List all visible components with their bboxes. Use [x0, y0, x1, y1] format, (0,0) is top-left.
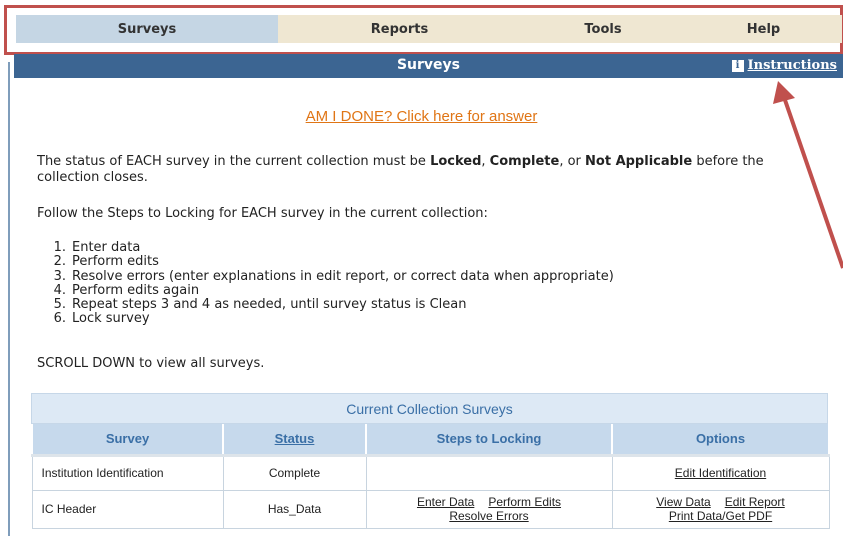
step-item: 5. Repeat steps 3 and 4 as needed, until …: [42, 297, 614, 313]
main-nav-highlight: Surveys Reports Tools Help: [4, 5, 843, 55]
arrow-head: [773, 81, 795, 104]
status-sort-link[interactable]: Status: [275, 431, 315, 446]
step-text: Perform edits again: [72, 282, 200, 298]
options-line-1: View Data Edit Report: [613, 495, 829, 509]
surveys-table: Survey Status Steps to Locking Options I…: [31, 424, 830, 529]
resolve-errors-link[interactable]: Resolve Errors: [449, 509, 528, 523]
step-text: Lock survey: [72, 311, 150, 327]
instructions-label: Instructions: [747, 58, 837, 73]
surveys-table-container: Current Collection Surveys Survey Status…: [31, 393, 830, 529]
step-item: 3. Resolve errors (enter explanations in …: [42, 268, 614, 284]
tab-surveys[interactable]: Surveys: [16, 15, 278, 43]
survey-steps-cell: Enter Data Perform Edits Resolve Errors: [365, 489, 613, 529]
table-header-row: Survey Status Steps to Locking Options: [31, 424, 830, 457]
status-sep-2: , or: [559, 154, 586, 169]
table-row: Institution Identification Complete Edit…: [31, 454, 830, 491]
step-item: 6. Lock survey: [42, 311, 614, 327]
col-header-survey: Survey: [31, 424, 224, 457]
tab-help[interactable]: Help: [685, 15, 842, 43]
survey-steps-cell: [365, 454, 613, 491]
col-header-options: Options: [611, 424, 830, 457]
steps-list: 1. Enter data 2. Perform edits 3. Resolve e…: [42, 240, 614, 327]
tab-tools[interactable]: Tools: [521, 15, 685, 43]
step-text: Perform edits: [72, 254, 159, 270]
step-text: Repeat steps 3 and 4 as needed, until su…: [72, 297, 467, 313]
step-number: 3.: [53, 268, 66, 284]
survey-name: Institution Identification: [31, 454, 224, 491]
follow-steps-text: Follow the Steps to Locking for EACH sur…: [37, 206, 488, 221]
table-caption: Current Collection Surveys: [31, 393, 828, 424]
step-number: 5.: [53, 297, 66, 313]
tab-reports[interactable]: Reports: [278, 15, 521, 43]
survey-options-cell: Edit Identification: [611, 454, 830, 491]
step-number: 4.: [53, 282, 66, 298]
col-header-status[interactable]: Status: [222, 424, 367, 457]
status-text-before: The status of EACH survey in the current…: [37, 154, 431, 169]
print-data-pdf-link[interactable]: Print Data/Get PDF: [669, 509, 772, 523]
step-item: 1. Enter data: [42, 240, 614, 255]
survey-name: IC Header: [31, 489, 224, 529]
steps-line-1: Enter Data Perform Edits: [367, 495, 612, 509]
edit-report-link[interactable]: Edit Report: [725, 495, 785, 509]
step-item: 2. Perform edits: [42, 254, 614, 270]
survey-status: Has_Data: [222, 489, 367, 529]
step-number: 2.: [53, 254, 66, 270]
table-row: IC Header Has_Data Enter Data Perform Ed…: [31, 489, 830, 529]
status-sep-1: ,: [481, 154, 490, 169]
step-number: 1.: [53, 240, 66, 255]
options-line-2: Print Data/Get PDF: [613, 509, 829, 523]
info-icon: i: [731, 59, 744, 72]
status-complete: Complete: [489, 154, 560, 169]
col-header-steps: Steps to Locking: [365, 424, 613, 457]
page-title: Surveys: [396, 57, 461, 73]
step-text: Enter data: [72, 240, 141, 255]
step-number: 6.: [53, 311, 66, 327]
step-text: Resolve errors (enter explanations in ed…: [72, 268, 614, 284]
survey-options-cell: View Data Edit Report Print Data/Get PDF: [611, 489, 830, 529]
steps-line-2: Resolve Errors: [367, 509, 612, 523]
instructions-link[interactable]: i Instructions: [731, 58, 837, 73]
perform-edits-link[interactable]: Perform Edits: [488, 495, 561, 509]
enter-data-link[interactable]: Enter Data: [417, 495, 474, 509]
edit-identification-link[interactable]: Edit Identification: [675, 466, 766, 480]
scroll-down-hint: SCROLL DOWN to view all surveys.: [37, 356, 265, 371]
am-i-done-link[interactable]: AM I DONE? Click here for answer: [0, 108, 843, 125]
page-title-bar: Surveys i Instructions: [14, 54, 843, 78]
status-not-applicable: Not Applicable: [585, 154, 693, 169]
left-border-rule: [8, 62, 10, 536]
main-nav-bar: Surveys Reports Tools Help: [16, 15, 842, 43]
status-requirement-text: The status of EACH survey in the current…: [37, 154, 807, 186]
survey-status: Complete: [222, 454, 367, 491]
status-locked: Locked: [430, 154, 482, 169]
view-data-link[interactable]: View Data: [656, 495, 710, 509]
step-item: 4. Perform edits again: [42, 282, 614, 298]
